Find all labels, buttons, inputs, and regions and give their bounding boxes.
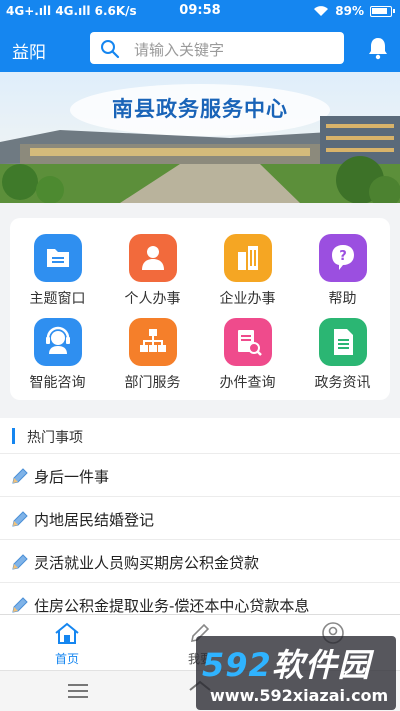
folder-list-icon: [33, 234, 82, 282]
status-bar: 4G+.ıll 4G.ıll 6.6K/s 09:58 89%: [0, 0, 400, 24]
city-selector[interactable]: 益阳: [12, 38, 46, 63]
list-item[interactable]: 住房公积金提取业务-偿还本中心贷款本息: [0, 584, 400, 614]
document-search-icon: [223, 318, 272, 366]
search-box[interactable]: 请输入关键字: [90, 32, 344, 64]
service-personal[interactable]: 个人办事: [105, 234, 200, 308]
service-department[interactable]: 部门服务: [105, 318, 200, 392]
service-help[interactable]: ? 帮助: [295, 234, 390, 308]
service-smart-consult[interactable]: 智能咨询: [10, 318, 105, 392]
service-gov-news[interactable]: 政务资讯: [295, 318, 390, 392]
help-icon: ?: [318, 234, 367, 282]
document-icon: [318, 318, 367, 366]
menu-icon[interactable]: [68, 683, 88, 699]
pencil-icon: [12, 468, 28, 484]
wifi-icon: [314, 6, 329, 16]
person-icon: [128, 234, 177, 282]
service-case-query[interactable]: 办件查询: [200, 318, 295, 392]
bell-icon[interactable]: [366, 36, 390, 60]
pencil-icon: [12, 597, 28, 613]
home-icon: [55, 622, 79, 644]
search-icon: [101, 40, 120, 59]
battery-text: 89%: [335, 4, 364, 18]
list-item[interactable]: 内地居民结婚登记: [0, 498, 400, 540]
org-chart-icon: [128, 318, 177, 366]
hot-items-header: 热门事项: [0, 418, 400, 454]
watermark-logo: 592软件园 www.592xiazai.com: [196, 636, 396, 710]
section-title: 热门事项: [27, 430, 83, 446]
section-marker: [12, 428, 15, 444]
headset-icon: [33, 318, 82, 366]
service-enterprise[interactable]: 企业办事: [200, 234, 295, 308]
search-input[interactable]: 请输入关键字: [134, 39, 224, 60]
banner-title: 南县政务服务中心: [112, 97, 288, 121]
service-grid: 主题窗口 个人办事 企业办事 ? 帮助 智能咨询 部门服务 办件查询 政务资讯: [10, 218, 390, 400]
building-icon: [223, 234, 272, 282]
svg-text:?: ?: [339, 249, 347, 264]
tab-home[interactable]: 首页: [27, 621, 107, 667]
app-header: 益阳 请输入关键字: [0, 24, 400, 72]
pencil-icon: [12, 511, 28, 527]
hot-items-section: 热门事项 身后一件事 内地居民结婚登记 灵活就业人员购买期房公积金贷款 住房公积…: [0, 418, 400, 614]
list-item[interactable]: 身后一件事: [0, 455, 400, 497]
building-photo: [0, 72, 400, 203]
battery-icon: [370, 5, 395, 17]
list-item[interactable]: 灵活就业人员购买期房公积金贷款: [0, 541, 400, 583]
service-topic-window[interactable]: 主题窗口: [10, 234, 105, 308]
banner[interactable]: 南县政务服务中心: [0, 72, 400, 203]
pencil-icon: [12, 554, 28, 570]
